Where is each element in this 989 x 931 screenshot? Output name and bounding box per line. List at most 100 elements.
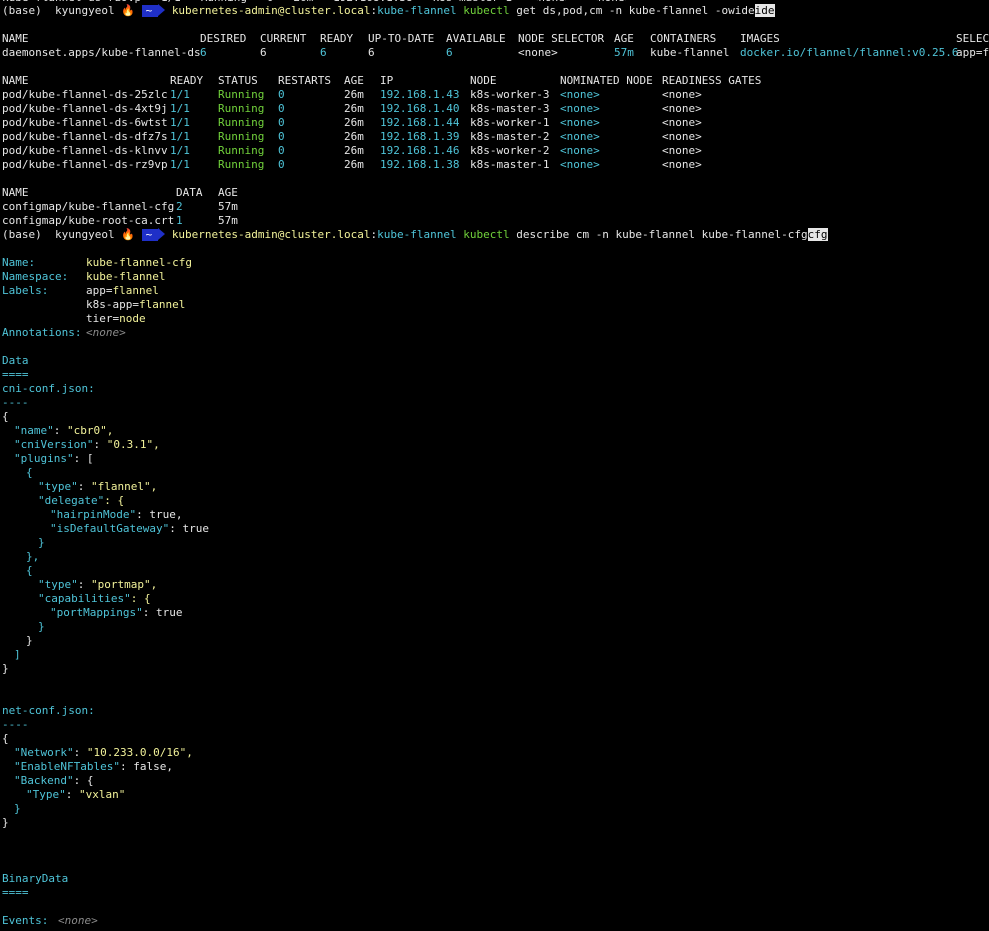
kube-context-label: kubernetes-admin@cluster.local [171, 228, 371, 241]
pod-row-col-8: <none> [662, 158, 702, 171]
pod-row-col-0: pod/kube-flannel-ds-4xt9j [2, 102, 168, 115]
json-punct: { [2, 410, 9, 423]
net-json-line: } [2, 816, 9, 830]
describe-annotations: Annotations: <none> [0, 326, 989, 340]
describe-namespace-label: Namespace: [2, 270, 69, 283]
json-type-value: flannel [97, 480, 144, 493]
pod-row-col-4: 26m [344, 130, 364, 143]
label-pair: k8s-app=flannel [86, 298, 185, 312]
json-punct: "isDefaultGateway" [50, 522, 170, 535]
net-conf-title: net-conf.json: [2, 704, 95, 718]
pod-row-col-4: 26m [344, 158, 364, 171]
cm-row-col-2: 57m [218, 214, 238, 227]
ds-header-col-9: IMAGES [740, 32, 780, 45]
pod-row-col-8: <none> [662, 130, 702, 143]
binarydata-title: BinaryData [2, 872, 68, 886]
json-punct: : [ [73, 452, 94, 465]
pods-header-col-2: STATUS [218, 74, 258, 87]
pod-row-col-1: 1/1 [170, 116, 190, 129]
json-punct: : [73, 746, 87, 759]
cni-json-line: } [26, 634, 33, 648]
pods-header-col-3: RESTARTS [278, 74, 331, 87]
terminal-window[interactable]: kube-flannel-ds-rz9vp 1/1 Running 0 26m … [0, 0, 989, 931]
json-portmappings-value: true [155, 606, 183, 619]
json-punct: : [136, 508, 150, 521]
cni-json-line: } [38, 536, 45, 550]
label-value: node [119, 312, 146, 325]
json-punct: "capabilities" [38, 592, 131, 605]
json-punct: : { [104, 494, 125, 507]
net-json-line: } [14, 802, 21, 816]
pod-row-col-1: 1/1 [170, 130, 190, 143]
ds-header-col-1: DESIRED [200, 32, 247, 45]
pod-row-col-3: 0 [278, 102, 285, 115]
describe-annotations-value: <none> [86, 326, 126, 339]
describe-events-label: Events: [2, 914, 49, 927]
data-section-title-text: Data [2, 354, 29, 367]
json-punct [42, 4, 55, 17]
net-conf-rule: ---- [2, 718, 29, 732]
json-punct: ", [143, 578, 158, 591]
pod-row-col-7: <none> [560, 116, 600, 129]
cm-row-col-1: 1 [176, 214, 183, 227]
pods-header-col-0: NAME [2, 74, 29, 87]
cni-json-line: "capabilities": { [38, 592, 151, 606]
pod-row-col-2: Running [218, 158, 265, 171]
cm-header-col-0: NAME [2, 186, 29, 199]
json-punct: , [175, 508, 183, 521]
json-punct: { [2, 732, 9, 745]
json-punct: " [118, 788, 126, 801]
binarydata-rule: ==== [2, 886, 29, 900]
cm-row-col-1: 2 [176, 200, 183, 213]
label-value: flannel [112, 284, 159, 297]
ds-header-col-4: UP-TO-DATE [368, 32, 435, 45]
json-punct: , [166, 760, 173, 773]
kube-namespace-label: kube-flannel [377, 228, 457, 241]
pod-row: pod/kube-flannel-ds-dfz7s 1/1 Running 0 26m 1… [0, 130, 989, 144]
pod-row-col-8: <none> [662, 88, 702, 101]
json-punct: ", [179, 746, 193, 759]
describe-events: Events: <none> [0, 914, 989, 928]
data-section-title: Data [2, 354, 29, 368]
conda-env-label: (base) [2, 228, 42, 241]
pod-row-col-6: k8s-worker-3 [470, 88, 550, 101]
ds-row-col-1: 6 [200, 46, 207, 59]
kube-namespace-label: kube-flannel [377, 4, 457, 17]
json-punct: " [67, 424, 74, 437]
cni-json-line: "hairpinMode": true, [50, 508, 182, 522]
ds-header-col-7: AGE [614, 32, 634, 45]
pod-row-col-1: 1/1 [170, 158, 190, 171]
pod-row-col-5: 192.168.1.46 [380, 144, 460, 157]
pod-row-col-2: Running [218, 130, 265, 143]
cni-json-line: { [26, 564, 33, 578]
kubectl-command: kubectl [463, 228, 510, 241]
pod-row-col-4: 26m [344, 102, 364, 115]
cm-row: configmap/kube-flannel-cfg 2 57m [0, 200, 989, 214]
cni-conf-title-text: cni-conf.json: [2, 382, 95, 395]
describe-events-value: <none> [58, 914, 98, 927]
net-json-line: "Network": "10.233.0.0/16", [14, 746, 193, 760]
json-punct: "Backend" [14, 774, 74, 787]
pods-header-col-8: READINESS GATES [662, 74, 762, 87]
pod-row-col-6: k8s-worker-1 [470, 116, 550, 129]
ds-header-col-6: NODE SELECTOR [518, 32, 605, 45]
pod-row-col-7: <none> [560, 130, 600, 143]
ds-row-col-10: app=fl [956, 46, 989, 59]
net-json-line: "Backend": { [14, 774, 93, 788]
pod-row-col-2: Running [218, 88, 265, 101]
describe-label-entry: k8s-app=flannel [0, 298, 989, 312]
cni-json-line: } [2, 662, 9, 676]
shell-prompt-line: (base) kyungyeol 🔥 ~ kubernetes-admin@cl… [2, 4, 775, 18]
pod-row: pod/kube-flannel-ds-6wtst 1/1 Running 0 26m 1… [0, 116, 989, 130]
pod-row-col-3: 0 [278, 158, 285, 171]
describe-label-entry: tier=node [0, 312, 989, 326]
command-args: describe cm -n kube-flannel kube-flannel… [516, 228, 808, 241]
json-punct: : [169, 522, 183, 535]
pod-row-col-4: 26m [344, 116, 364, 129]
ds-row-col-2: 6 [260, 46, 267, 59]
cm-header: NAME DATA AGE [0, 186, 989, 200]
home-dir-badge: ~ [141, 5, 159, 17]
fire-icon: 🔥 [121, 228, 135, 241]
pod-row: pod/kube-flannel-ds-25zlc 1/1 Running 0 26m 1… [0, 88, 989, 102]
pod-row-col-6: k8s-master-3 [470, 102, 550, 115]
